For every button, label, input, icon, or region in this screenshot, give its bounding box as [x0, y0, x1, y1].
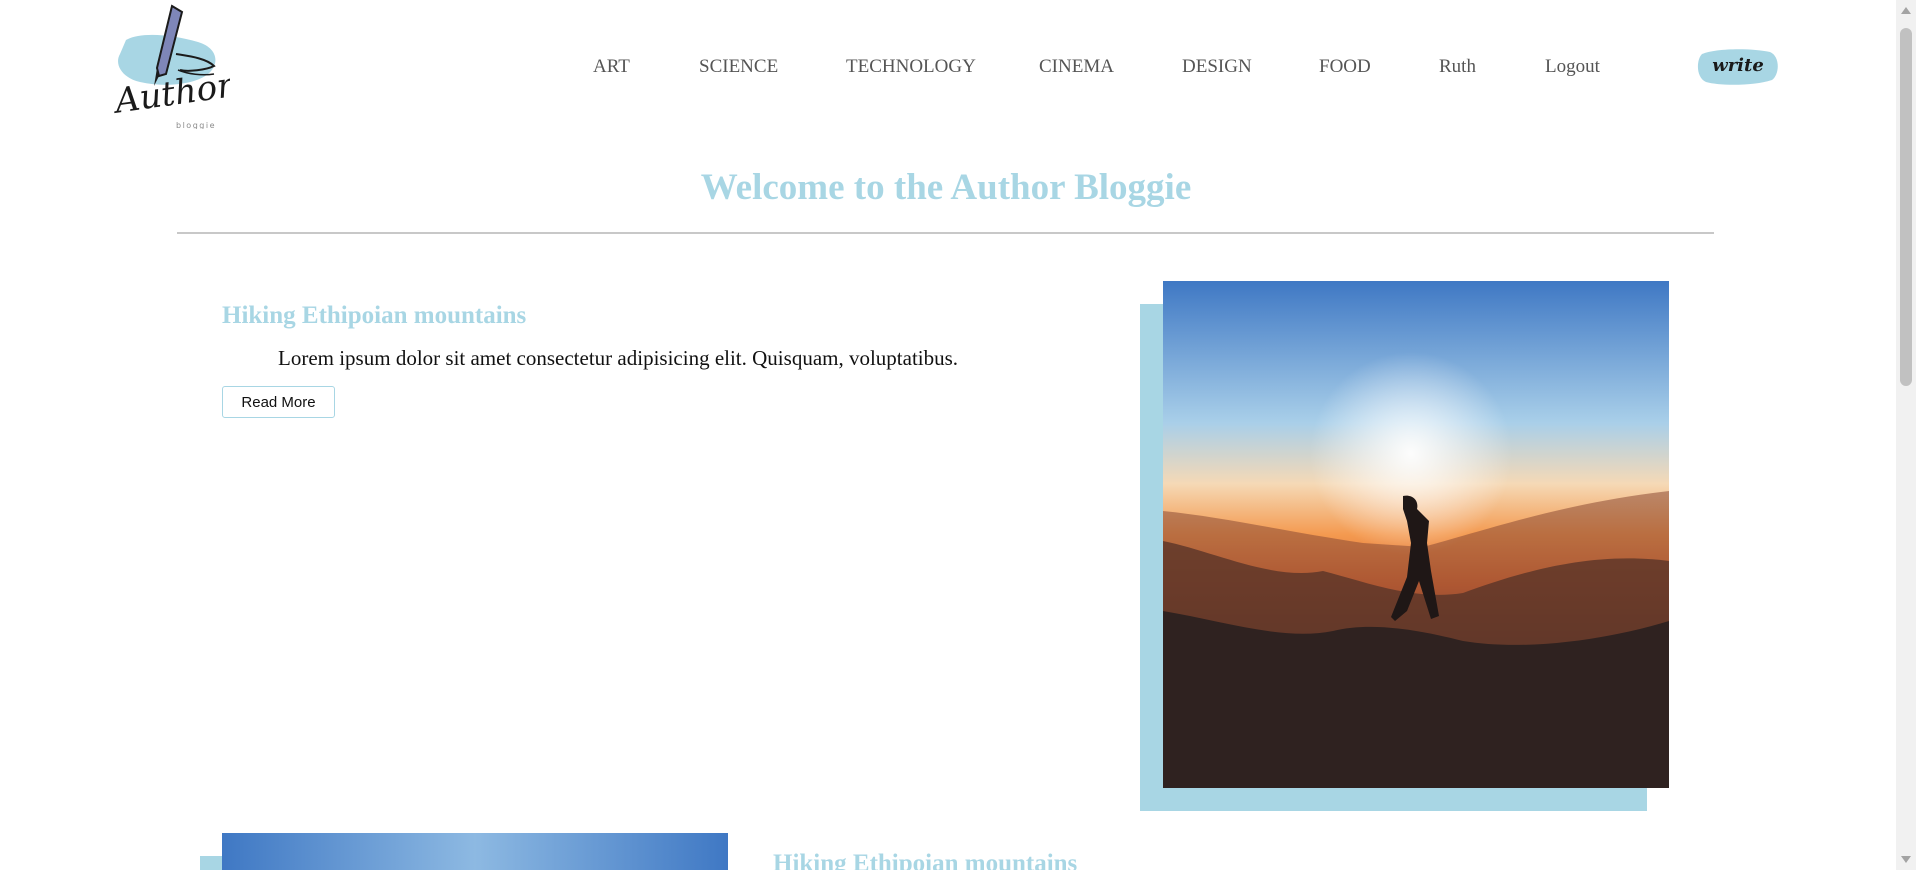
scroll-down-arrow-icon[interactable]: [1901, 856, 1911, 863]
page-title: Welcome to the Author Bloggie: [700, 167, 1192, 208]
main-nav: ART SCIENCE TECHNOLOGY CINEMA DESIGN FOO…: [0, 55, 1896, 79]
post-title[interactable]: Hiking Ethipoian mountains: [773, 850, 1077, 870]
write-button[interactable]: write: [1696, 44, 1780, 88]
scroll-up-arrow-icon[interactable]: [1901, 7, 1911, 14]
title-divider: [177, 232, 1714, 234]
nav-item-cinema[interactable]: CINEMA: [1039, 55, 1114, 79]
post-image[interactable]: [1163, 281, 1669, 788]
logo-subtext: bloggie: [176, 121, 216, 129]
nav-item-food[interactable]: FOOD: [1319, 55, 1371, 79]
scrollbar-thumb[interactable]: [1900, 28, 1912, 386]
read-more-button[interactable]: Read More: [222, 386, 335, 418]
post-excerpt: Lorem ipsum dolor sit amet consectetur a…: [278, 346, 959, 370]
nav-item-logout[interactable]: Logout: [1545, 55, 1600, 79]
nav-item-science[interactable]: SCIENCE: [699, 55, 778, 79]
nav-item-design[interactable]: DESIGN: [1182, 55, 1252, 79]
nav-item-technology[interactable]: TECHNOLOGY: [846, 55, 976, 79]
nav-item-user[interactable]: Ruth: [1439, 55, 1476, 79]
nav-item-art[interactable]: ART: [593, 55, 630, 79]
write-label: write: [1712, 55, 1764, 76]
post-title[interactable]: Hiking Ethipoian mountains: [222, 302, 526, 330]
page: Author bloggie ART SCIENCE TECHNOLOGY CI…: [0, 0, 1896, 870]
post-image[interactable]: [222, 833, 728, 870]
page-scrollbar[interactable]: [1896, 0, 1916, 870]
